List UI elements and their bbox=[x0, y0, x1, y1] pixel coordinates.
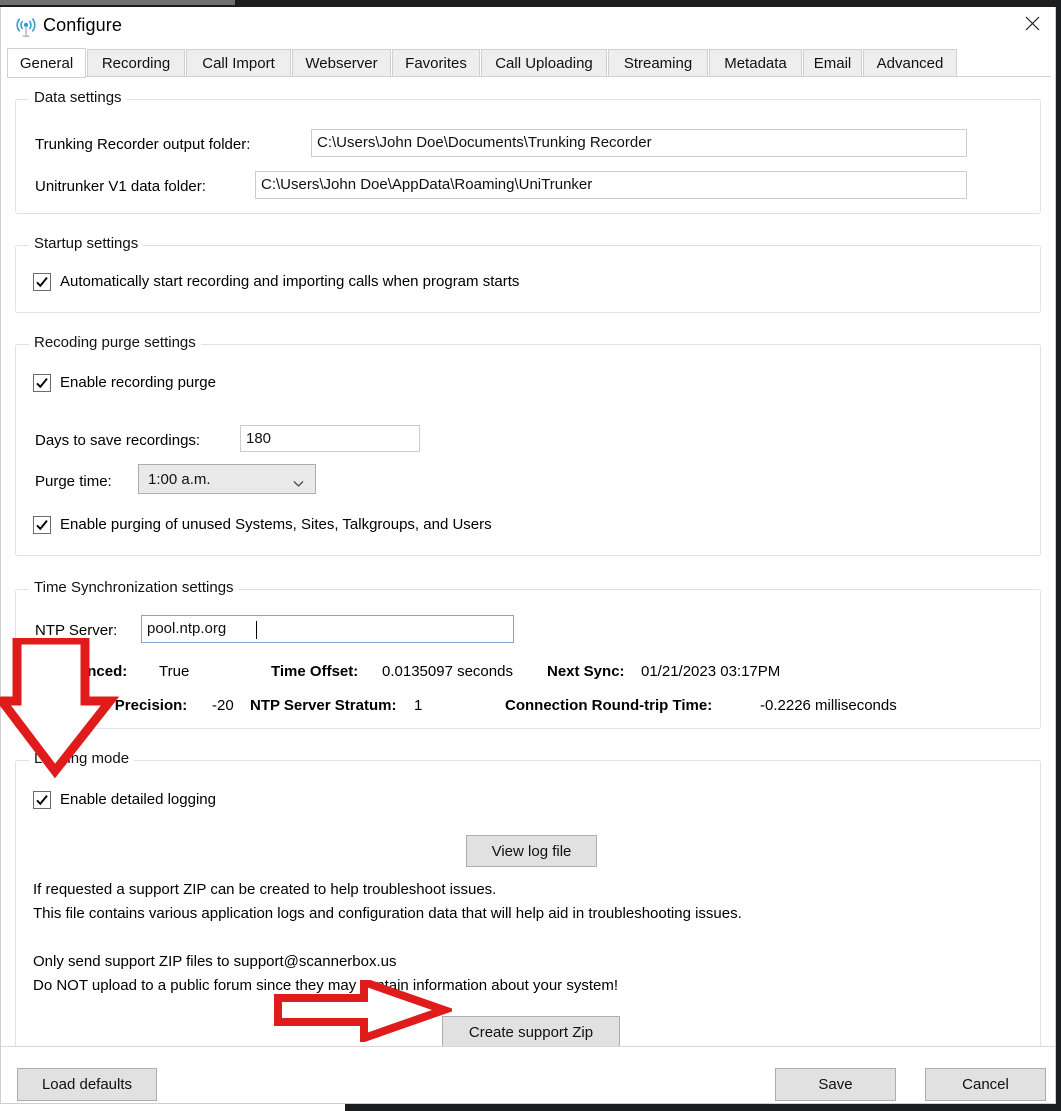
detailed-logging-label: Enable detailed logging bbox=[60, 791, 216, 808]
view-log-file-button[interactable]: View log file bbox=[466, 835, 597, 867]
ntp-precision-key: NTP Server Precision: bbox=[30, 697, 188, 714]
roundtrip-value: -0.2226 milliseconds bbox=[760, 697, 897, 714]
tab-content-general: Data settings Trunking Recorder output f… bbox=[1, 77, 1055, 1097]
tab-bar: General Recording Call Import Webserver … bbox=[7, 48, 1051, 78]
next-sync-value: 01/21/2023 03:17PM bbox=[641, 663, 781, 680]
group-time-sync-title: Time Synchronization settings bbox=[29, 579, 239, 596]
time-synced-key: Time Synced: bbox=[30, 663, 128, 680]
purge-time-label: Purge time: bbox=[35, 473, 112, 490]
page-title: Configure bbox=[43, 15, 122, 35]
group-startup-settings-title: Startup settings bbox=[29, 235, 144, 252]
days-to-save-input[interactable]: 180 bbox=[240, 425, 420, 452]
time-synced-value: True bbox=[159, 663, 190, 680]
autostart-checkbox[interactable] bbox=[33, 273, 51, 291]
ntp-server-input[interactable]: pool.ntp.org bbox=[141, 615, 514, 643]
output-folder-input[interactable]: C:\Users\John Doe\Documents\Trunking Rec… bbox=[311, 129, 967, 157]
purge-unused-label: Enable purging of unused Systems, Sites,… bbox=[60, 516, 492, 533]
desktop-right-strip bbox=[1056, 0, 1061, 1111]
group-data-settings: Data settings Trunking Recorder output f… bbox=[15, 89, 1041, 214]
group-purge-settings: Recoding purge settings Enable recording… bbox=[15, 334, 1041, 556]
support-zip-info-line-2: This file contains various application l… bbox=[33, 905, 742, 922]
roundtrip-key: Connection Round-trip Time: bbox=[505, 697, 713, 714]
configure-dialog: Configure General Recording Call Import … bbox=[0, 7, 1056, 1104]
ntp-stratum-key: NTP Server Stratum: bbox=[250, 697, 397, 714]
create-support-zip-button[interactable]: Create support Zip bbox=[442, 1016, 620, 1048]
tab-webserver[interactable]: Webserver bbox=[292, 49, 391, 77]
chevron-down-icon bbox=[293, 475, 304, 492]
ntp-precision-value: -20 bbox=[212, 697, 234, 714]
enable-purge-label: Enable recording purge bbox=[60, 374, 216, 391]
enable-purge-checkbox[interactable] bbox=[33, 374, 51, 392]
group-time-sync: Time Synchronization settings NTP Server… bbox=[15, 579, 1041, 729]
dialog-footer: Load defaults Save Cancel bbox=[1, 1046, 1055, 1102]
text-caret bbox=[256, 621, 257, 639]
ntp-server-label: NTP Server: bbox=[35, 622, 118, 639]
purge-time-select[interactable]: 1:00 a.m. bbox=[138, 464, 316, 494]
support-zip-info-line-1: If requested a support ZIP can be create… bbox=[33, 881, 497, 898]
group-data-settings-title: Data settings bbox=[29, 89, 127, 106]
output-folder-label: Trunking Recorder output folder: bbox=[35, 136, 251, 153]
purge-unused-checkbox[interactable] bbox=[33, 516, 51, 534]
tab-recording[interactable]: Recording bbox=[87, 49, 185, 77]
tab-call-uploading[interactable]: Call Uploading bbox=[481, 49, 607, 77]
desktop-bottom-strip-left bbox=[0, 1104, 345, 1111]
time-offset-value: 0.0135097 seconds bbox=[382, 663, 513, 680]
purge-time-value: 1:00 a.m. bbox=[148, 470, 211, 488]
tab-email[interactable]: Email bbox=[803, 49, 862, 77]
tab-call-import[interactable]: Call Import bbox=[186, 49, 291, 77]
unitrunker-folder-input[interactable]: C:\Users\John Doe\AppData\Roaming\UniTru… bbox=[255, 171, 967, 199]
tab-metadata[interactable]: Metadata bbox=[709, 49, 802, 77]
tab-streaming[interactable]: Streaming bbox=[608, 49, 708, 77]
group-purge-settings-title: Recoding purge settings bbox=[29, 334, 201, 351]
unitrunker-folder-label: Unitrunker V1 data folder: bbox=[35, 178, 206, 195]
broadcast-antenna-icon bbox=[15, 18, 37, 38]
group-startup-settings: Startup settings Automatically start rec… bbox=[15, 235, 1041, 313]
detailed-logging-checkbox[interactable] bbox=[33, 791, 51, 809]
group-logging-mode-title: Logging mode bbox=[29, 750, 135, 767]
tab-general[interactable]: General bbox=[7, 48, 86, 78]
cancel-button[interactable]: Cancel bbox=[925, 1068, 1046, 1101]
tab-advanced[interactable]: Advanced bbox=[863, 49, 957, 77]
autostart-label: Automatically start recording and import… bbox=[60, 273, 520, 290]
desktop-top-strip-left bbox=[0, 0, 235, 5]
ntp-stratum-value: 1 bbox=[414, 697, 423, 714]
next-sync-key: Next Sync: bbox=[547, 663, 625, 680]
support-zip-info-line-4: Do NOT upload to a public forum since th… bbox=[33, 977, 619, 994]
support-zip-info-line-3: Only send support ZIP files to support@s… bbox=[33, 953, 397, 970]
save-button[interactable]: Save bbox=[775, 1068, 896, 1101]
title-bar: Configure bbox=[1, 7, 1055, 48]
days-to-save-label: Days to save recordings: bbox=[35, 432, 201, 449]
load-defaults-button[interactable]: Load defaults bbox=[17, 1068, 157, 1101]
tab-favorites[interactable]: Favorites bbox=[392, 49, 480, 77]
time-offset-key: Time Offset: bbox=[271, 663, 359, 680]
close-icon[interactable] bbox=[1009, 7, 1055, 40]
